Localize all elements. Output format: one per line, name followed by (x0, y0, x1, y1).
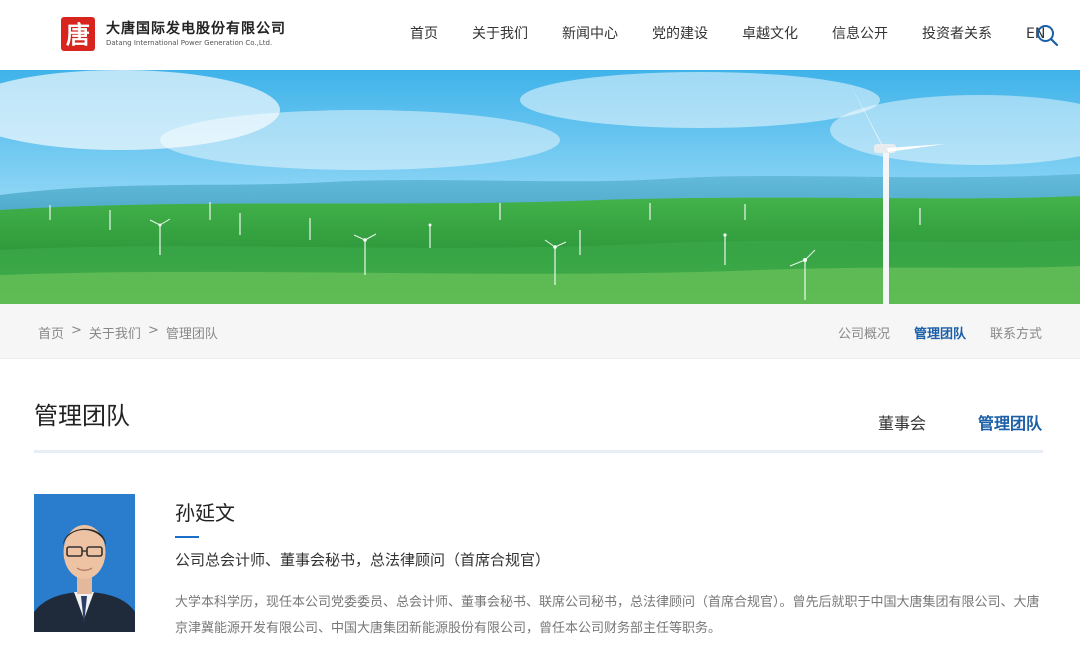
brand-name-cn: 大唐国际发电股份有限公司 (106, 20, 286, 37)
tab-management[interactable]: 管理团队 (977, 412, 1042, 453)
breadcrumb-home[interactable]: 首页 (38, 323, 64, 342)
nav-item-culture[interactable]: 卓越文化 (742, 24, 798, 44)
site-header: 唐 大唐国际发电股份有限公司 Datang International Powe… (0, 0, 1080, 70)
person-description: 大学本科学历，现任本公司党委委员、总会计师、董事会秘书、联席公司秘书，总法律顾问… (175, 595, 1040, 636)
nav-item-disclosure[interactable]: 信息公开 (832, 24, 888, 44)
breadcrumb-separator: > (71, 323, 82, 338)
person-photo (34, 494, 135, 632)
page-title: 管理团队 (34, 402, 130, 430)
section-divider (34, 450, 1043, 453)
wind-farm-image (0, 70, 1080, 304)
breadcrumb-bar: 首页 > 关于我们 > 管理团队 公司概况 管理团队 联系方式 (0, 304, 1080, 359)
portrait-image (34, 494, 135, 632)
nav-item-about[interactable]: 关于我们 (472, 24, 528, 44)
nav-item-investors[interactable]: 投资者关系 (922, 24, 992, 44)
brand-text: 大唐国际发电股份有限公司 Datang International Power … (106, 20, 286, 49)
sub-navigation: 公司概况 管理团队 联系方式 (814, 323, 1042, 342)
brand-name-en: Datang International Power Generation Co… (106, 38, 273, 47)
section-tabs: 董事会 管理团队 (826, 412, 1042, 453)
main-nav: 首页 关于我们 新闻中心 党的建设 卓越文化 信息公开 投资者关系 EN (410, 24, 1045, 44)
datang-logo-icon: 唐 (61, 17, 95, 51)
person-name: 孙延文 (175, 501, 235, 525)
nav-item-party[interactable]: 党的建设 (652, 24, 708, 44)
person-title: 公司总会计师、董事会秘书，总法律顾问（首席合规官） (175, 551, 551, 569)
tab-board[interactable]: 董事会 (878, 412, 926, 453)
subnav-overview[interactable]: 公司概况 (838, 323, 890, 342)
logo-glyph: 唐 (66, 21, 90, 49)
hero-banner-wind-farm (0, 70, 1080, 304)
breadcrumb-current[interactable]: 管理团队 (166, 323, 218, 342)
name-underline (175, 536, 199, 538)
breadcrumb-about[interactable]: 关于我们 (89, 323, 141, 342)
subnav-contact[interactable]: 联系方式 (990, 323, 1042, 342)
breadcrumb: 首页 > 关于我们 > 管理团队 (38, 323, 218, 342)
subnav-management[interactable]: 管理团队 (914, 323, 966, 342)
nav-item-home[interactable]: 首页 (410, 24, 438, 44)
nav-item-news[interactable]: 新闻中心 (562, 24, 618, 44)
breadcrumb-separator: > (147, 323, 159, 338)
search-icon[interactable] (1035, 23, 1059, 47)
brand-logo[interactable]: 唐 大唐国际发电股份有限公司 Datang International Powe… (60, 16, 286, 52)
